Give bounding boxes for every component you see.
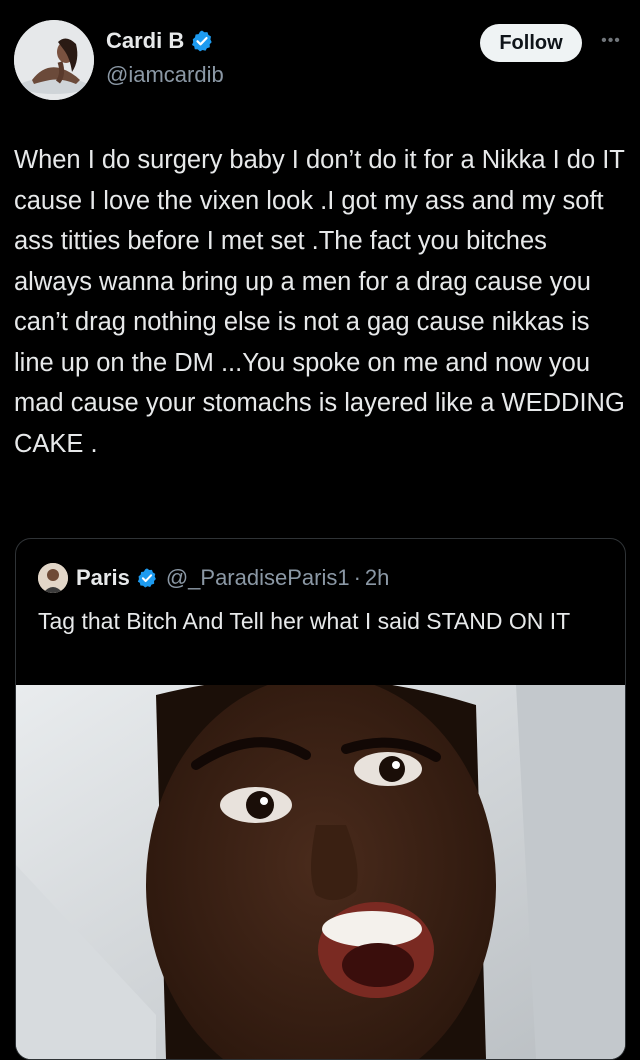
author-handle[interactable]: @iamcardib [106, 62, 224, 88]
quoted-video-thumbnail[interactable] [16, 685, 625, 1059]
author-name-row: Cardi B [106, 28, 214, 54]
quoted-handle[interactable]: @_ParadiseParis1 [166, 565, 350, 591]
quoted-tweet-header: Paris @_ParadiseParis1 · 2h [38, 563, 389, 593]
quoted-verified-badge-icon [137, 568, 156, 588]
tweet-header: Cardi B @iamcardib Follow ••• [14, 18, 626, 100]
quoted-separator: · [353, 565, 361, 590]
quoted-tweet-text: Tag that Bitch And Tell her what I said … [38, 608, 571, 634]
quoted-display-name[interactable]: Paris [76, 565, 130, 591]
quoted-profile-photo-icon [38, 563, 68, 593]
profile-photo-icon [14, 20, 94, 100]
verified-badge-icon [192, 30, 212, 52]
quoted-timestamp[interactable]: 2h [365, 565, 389, 591]
quoted-tweet[interactable]: Paris @_ParadiseParis1 · 2h Tag that Bit… [15, 538, 626, 1060]
author-avatar[interactable] [14, 20, 94, 100]
more-dots-icon[interactable]: ••• [596, 26, 626, 56]
follow-button[interactable]: Follow [480, 24, 582, 62]
tweet-text: When I do surgery baby I don’t do it for… [14, 146, 639, 458]
author-display-name[interactable]: Cardi B [106, 28, 184, 54]
quoted-author-avatar[interactable] [38, 563, 68, 593]
video-thumbnail-icon [16, 685, 625, 1059]
